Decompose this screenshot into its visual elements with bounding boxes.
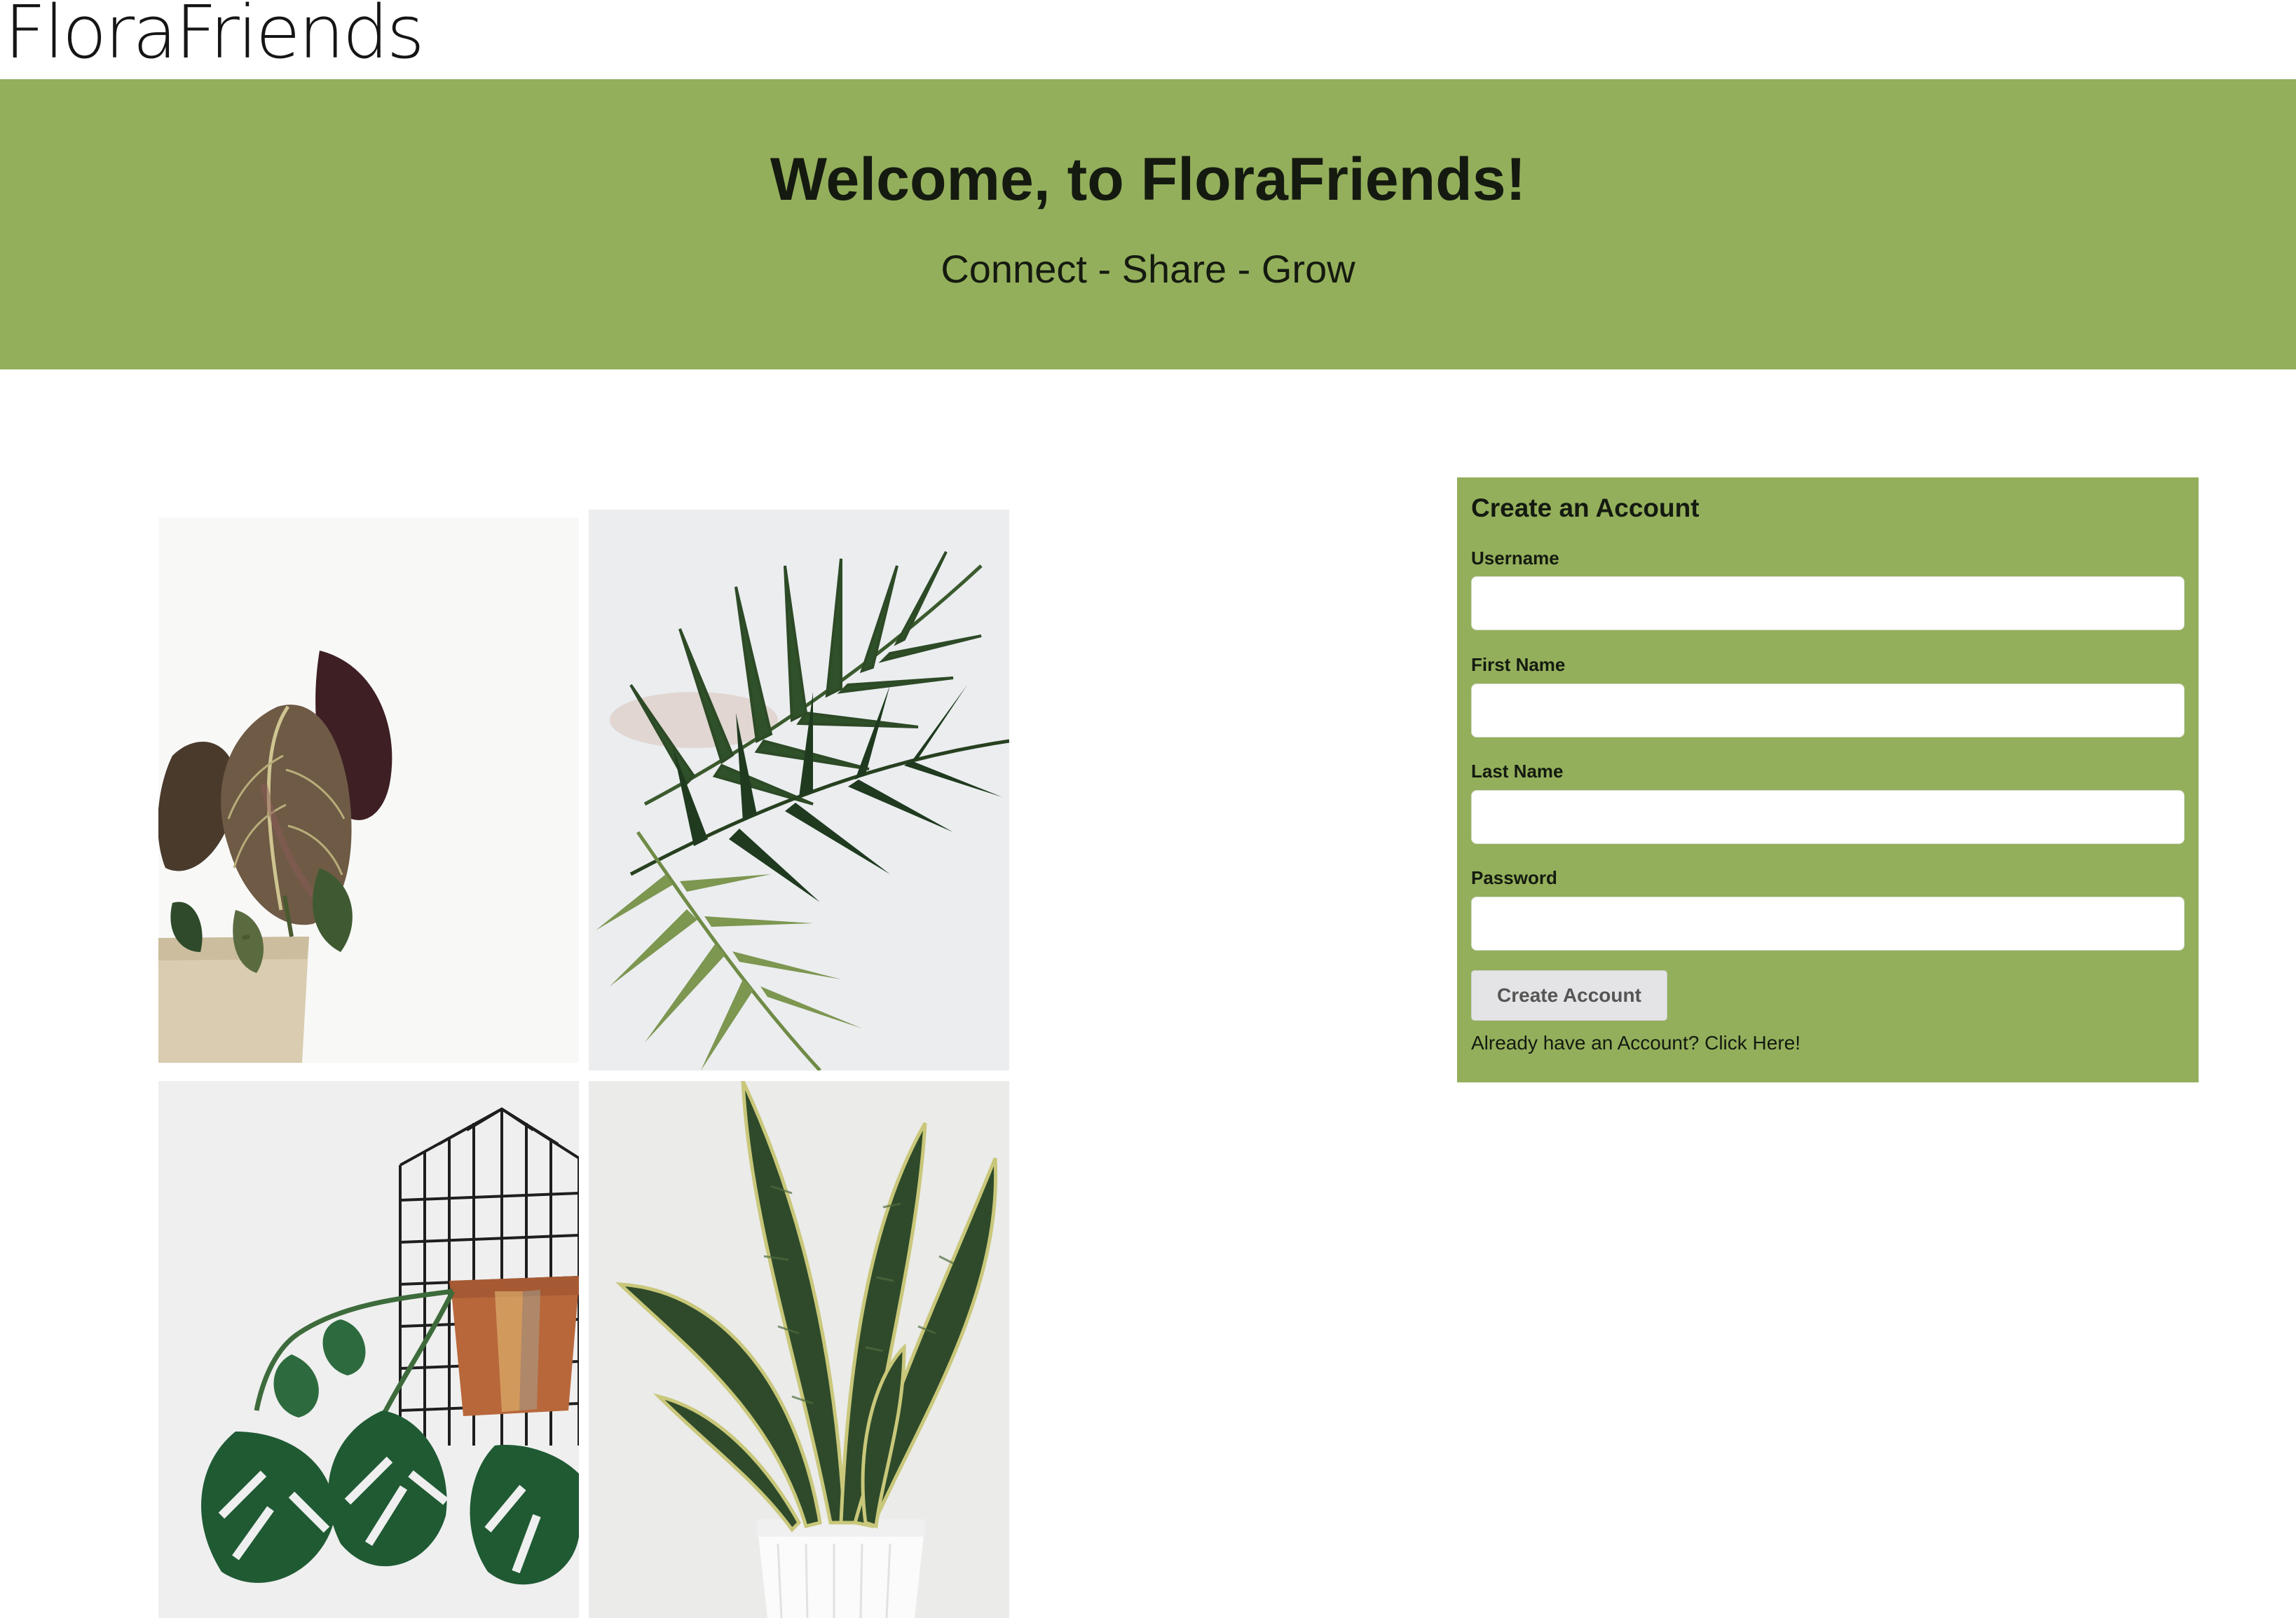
- site-logo[interactable]: FloraFriends: [4, 0, 425, 69]
- plant-photo-palm: [589, 510, 1009, 1070]
- top-bar: FloraFriends: [0, 0, 2296, 79]
- plant-photo-monstera: [158, 1081, 579, 1618]
- hero-title: Welcome, to FloraFriends!: [770, 146, 1526, 213]
- username-label: Username: [1471, 548, 1559, 569]
- password-input[interactable]: [1471, 897, 2185, 951]
- username-input[interactable]: [1471, 576, 2185, 630]
- first-name-input[interactable]: [1471, 684, 2185, 737]
- signup-form: Create an Account Username First Name La…: [1457, 477, 2199, 1082]
- last-name-label: Last Name: [1471, 761, 1564, 782]
- hero-subtitle: Connect - Share - Grow: [941, 247, 1355, 291]
- last-name-input[interactable]: [1471, 790, 2185, 844]
- login-link[interactable]: Already have an Account? Click Here!: [1471, 1032, 1800, 1054]
- plant-photo-alocasia: [158, 517, 579, 1063]
- first-name-label: First Name: [1471, 654, 1566, 675]
- create-account-button[interactable]: Create Account: [1471, 970, 1667, 1021]
- signup-form-title: Create an Account: [1471, 494, 1700, 522]
- hero-banner: Welcome, to FloraFriends! Connect - Shar…: [0, 79, 2296, 369]
- plant-photo-snake-plant: [589, 1081, 1009, 1618]
- password-label: Password: [1471, 867, 1557, 888]
